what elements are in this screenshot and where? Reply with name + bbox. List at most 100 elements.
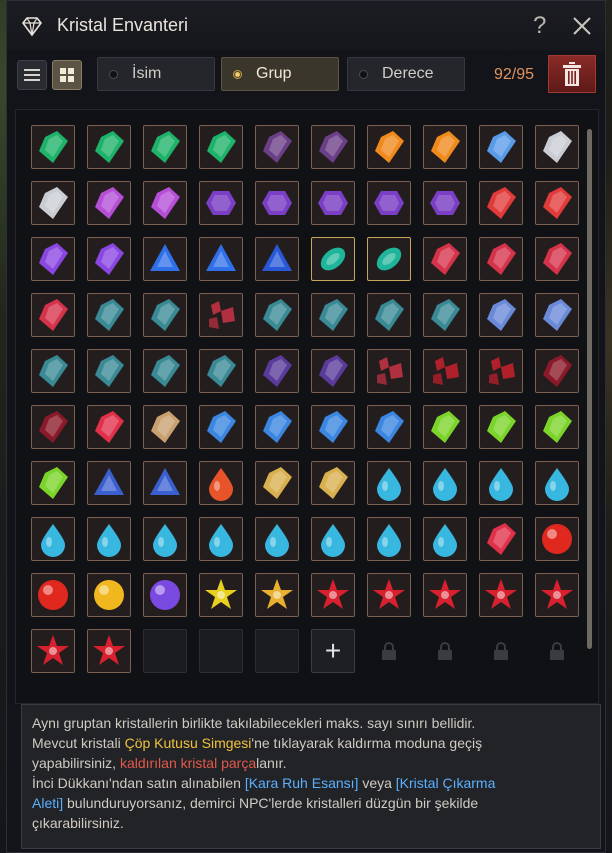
crystal-slot-dark-teal[interactable] <box>255 293 299 337</box>
crystal-slot-red-orb[interactable] <box>535 517 579 561</box>
add-slot-button[interactable]: + <box>311 629 355 673</box>
crystal-slot-magenta[interactable] <box>87 181 131 225</box>
crystal-slot-gold-star[interactable] <box>255 573 299 617</box>
list-view-button[interactable] <box>17 60 47 90</box>
crystal-slot-orange[interactable] <box>423 125 467 169</box>
item-link[interactable]: [Kristal Çıkarma <box>396 775 496 791</box>
crystal-slot-dark-teal[interactable] <box>31 349 75 393</box>
crystal-slot-blue-gem[interactable] <box>367 405 411 449</box>
crystal-slot-blue-round[interactable] <box>143 461 187 505</box>
crystal-slot-sky-shard[interactable] <box>535 293 579 337</box>
crystal-slot-orange[interactable] <box>367 125 411 169</box>
crystal-slot-magenta[interactable] <box>143 181 187 225</box>
crystal-slot-lime-gem[interactable] <box>535 405 579 449</box>
item-link[interactable]: Aleti] <box>32 795 63 811</box>
crystal-slot-red-orb[interactable] <box>31 573 75 617</box>
crystal-slot-green[interactable] <box>143 125 187 169</box>
crystal-slot-dark-ruby[interactable] <box>31 405 75 449</box>
crystal-slot-aqua-drop[interactable] <box>255 517 299 561</box>
crystal-slot-crimson-gem[interactable] <box>535 237 579 281</box>
crystal-slot-dark-violet[interactable] <box>255 349 299 393</box>
crystal-slot-blue-gem[interactable] <box>255 405 299 449</box>
trash-button[interactable] <box>548 55 596 93</box>
crystal-slot-dark-teal[interactable] <box>87 293 131 337</box>
crystal-slot-red-cluster[interactable] <box>423 349 467 393</box>
crystal-slot-dark-teal[interactable] <box>143 349 187 393</box>
crystal-slot-rainbow[interactable] <box>479 125 523 169</box>
crystal-slot-lime-gem[interactable] <box>479 405 523 449</box>
sort-by-name-button[interactable]: İsim <box>97 57 215 91</box>
crystal-slot-green[interactable] <box>199 125 243 169</box>
crystal-slot-flame-drop[interactable] <box>199 461 243 505</box>
crystal-slot-ruby-shard[interactable] <box>87 405 131 449</box>
help-button[interactable]: ? <box>533 11 546 41</box>
crystal-slot-aqua-drop[interactable] <box>367 517 411 561</box>
crystal-slot-shard-cluster[interactable] <box>367 349 411 393</box>
crystal-slot-silver[interactable] <box>535 125 579 169</box>
crystal-slot-green[interactable] <box>31 125 75 169</box>
crystal-slot-red-flower[interactable] <box>311 573 355 617</box>
crystal-slot-red-shard[interactable] <box>535 181 579 225</box>
crystal-slot-yellow-star[interactable] <box>199 573 243 617</box>
crystal-slot-aqua-drop[interactable] <box>423 461 467 505</box>
crystal-slot-crimson-gem[interactable] <box>31 293 75 337</box>
crystal-slot-blue-trillion[interactable] <box>143 237 187 281</box>
crystal-slot-green[interactable] <box>87 125 131 169</box>
crystal-slot-aqua-drop[interactable] <box>479 461 523 505</box>
crystal-slot-sky-shard[interactable] <box>479 293 523 337</box>
crystal-slot-dark-ruby[interactable] <box>535 349 579 393</box>
crystal-slot-dark-teal[interactable] <box>367 293 411 337</box>
crystal-slot-blue-gem[interactable] <box>199 405 243 449</box>
crystal-slot-violet-hex[interactable] <box>255 181 299 225</box>
title-bar[interactable]: Kristal Envanteri ? <box>7 1 605 51</box>
crystal-slot-aqua-drop[interactable] <box>87 517 131 561</box>
crystal-slot-violet-hex[interactable] <box>423 181 467 225</box>
crystal-slot-red-flower[interactable] <box>479 573 523 617</box>
crystal-slot-aqua-drop[interactable] <box>367 461 411 505</box>
crystal-slot-crimson-gem[interactable] <box>479 237 523 281</box>
crystal-slot-dark-teal[interactable] <box>423 293 467 337</box>
crystal-slot-lime-gem[interactable] <box>31 461 75 505</box>
crystal-slot-gold-orb[interactable] <box>87 573 131 617</box>
crystal-slot-silver[interactable] <box>31 181 75 225</box>
crystal-slot-blue-trillion[interactable] <box>199 237 243 281</box>
crystal-slot-dark-teal[interactable] <box>311 293 355 337</box>
crystal-slot-violet-hex[interactable] <box>367 181 411 225</box>
crystal-slot-aqua-drop[interactable] <box>311 517 355 561</box>
crystal-slot-violet-hex[interactable] <box>199 181 243 225</box>
item-link[interactable]: [Kara Ruh Esansı] <box>245 775 359 791</box>
grid-view-button[interactable] <box>52 60 82 90</box>
crystal-slot-shard-cluster[interactable] <box>199 293 243 337</box>
crystal-slot-dark-purple[interactable] <box>311 125 355 169</box>
crystal-slot-dark-teal[interactable] <box>87 349 131 393</box>
crystal-slot-red-flower[interactable] <box>31 629 75 673</box>
empty-slot[interactable] <box>143 629 187 673</box>
crystal-slot-purple-shard[interactable] <box>31 237 75 281</box>
crystal-slot-red-cluster[interactable] <box>479 349 523 393</box>
crystal-slot-red-flower[interactable] <box>367 573 411 617</box>
crystal-slot-ruby-shard[interactable] <box>479 517 523 561</box>
close-icon[interactable] <box>569 13 595 39</box>
crystal-slot-aqua-drop[interactable] <box>143 517 187 561</box>
scroll-thumb[interactable] <box>587 129 592 649</box>
crystal-slot-amber-shard[interactable] <box>143 405 187 449</box>
crystal-slot-dark-violet[interactable] <box>311 349 355 393</box>
scrollbar[interactable] <box>587 129 592 649</box>
crystal-slot-blue-round[interactable] <box>87 461 131 505</box>
crystal-slot-crimson-gem[interactable] <box>423 237 467 281</box>
crystal-slot-topaz-shard[interactable] <box>311 461 355 505</box>
crystal-slot-blue-heart[interactable] <box>255 237 299 281</box>
crystal-slot-red-shard[interactable] <box>479 181 523 225</box>
crystal-slot-dark-teal[interactable] <box>199 349 243 393</box>
crystal-slot-violet-hex[interactable] <box>311 181 355 225</box>
crystal-slot-aqua-drop[interactable] <box>535 461 579 505</box>
crystal-slot-red-flower[interactable] <box>535 573 579 617</box>
crystal-slot-dark-purple[interactable] <box>255 125 299 169</box>
crystal-slot-red-flower[interactable] <box>87 629 131 673</box>
crystal-slot-teal-marquise[interactable] <box>311 237 355 281</box>
empty-slot[interactable] <box>255 629 299 673</box>
crystal-slot-aqua-drop[interactable] <box>423 517 467 561</box>
crystal-slot-violet-orb[interactable] <box>143 573 187 617</box>
crystal-slot-red-flower[interactable] <box>423 573 467 617</box>
crystal-slot-topaz-shard[interactable] <box>255 461 299 505</box>
